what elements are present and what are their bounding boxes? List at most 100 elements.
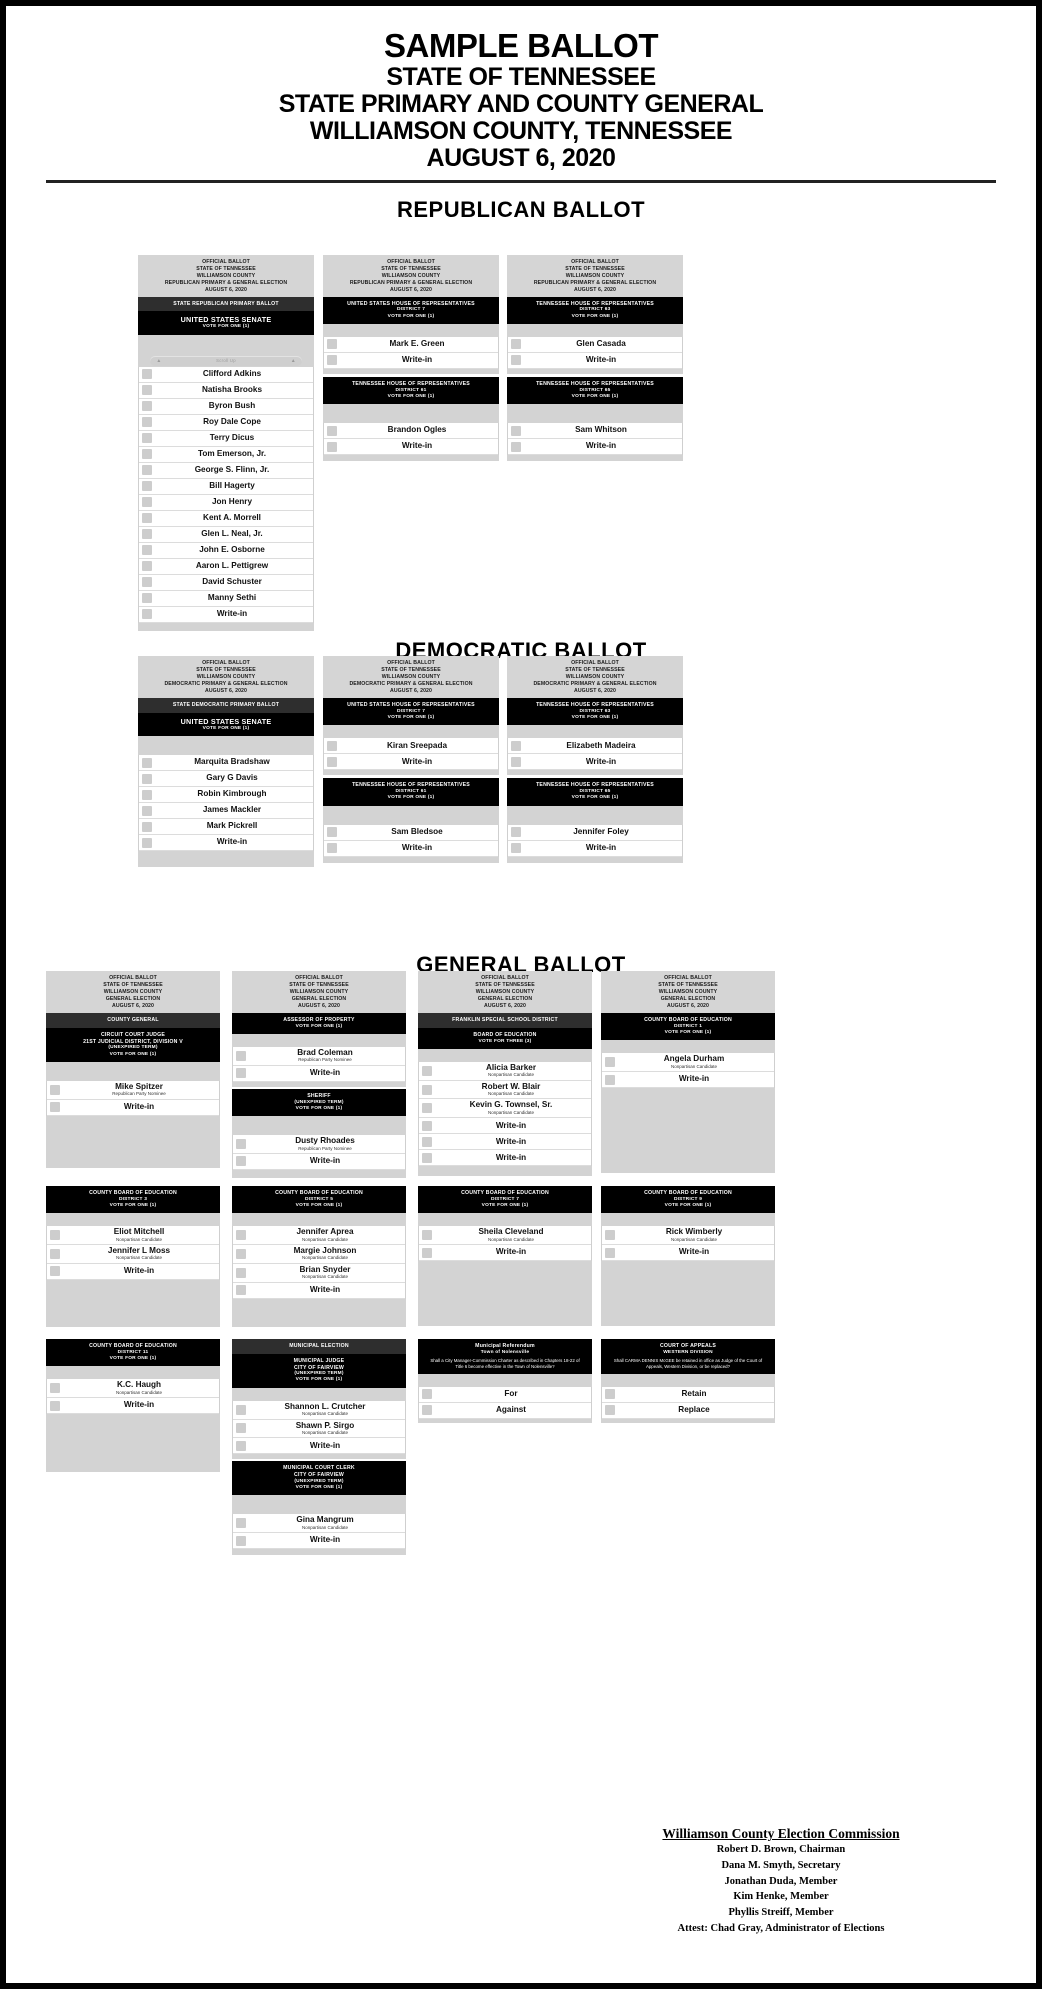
selection-box[interactable]	[324, 738, 340, 754]
selection-box[interactable]	[233, 1245, 249, 1263]
option-row[interactable]: Retain	[602, 1386, 774, 1403]
option-row[interactable]: Mark Pickrell	[139, 819, 313, 836]
selection-box[interactable]	[324, 336, 340, 352]
selection-box[interactable]	[47, 1245, 63, 1263]
option-row[interactable]: Clifford Adkins	[139, 366, 313, 383]
selection-box[interactable]	[139, 478, 155, 494]
selection-box[interactable]	[139, 526, 155, 542]
selection-box[interactable]	[324, 824, 340, 840]
option-row-write-in[interactable]: Write-in	[47, 1263, 219, 1280]
selection-box[interactable]	[139, 590, 155, 606]
option-row-write-in[interactable]: Write-in	[508, 840, 682, 857]
selection-box[interactable]	[139, 430, 155, 446]
option-row[interactable]: Aaron L. Pettigrew	[139, 558, 313, 575]
option-row[interactable]: Dusty Rhoades Republican Party Nominee	[233, 1135, 405, 1154]
selection-box[interactable]	[233, 1135, 249, 1153]
selection-box[interactable]	[324, 439, 340, 455]
option-row-write-in[interactable]: Write-in	[139, 606, 313, 623]
selection-box[interactable]	[419, 1402, 435, 1418]
option-row[interactable]: Robert W. Blair Nonpartisan Candidate	[419, 1080, 591, 1100]
selection-box[interactable]	[602, 1245, 618, 1261]
selection-box[interactable]	[233, 1438, 249, 1454]
selection-box[interactable]	[419, 1245, 435, 1261]
option-row[interactable]: Kent A. Morrell	[139, 510, 313, 527]
selection-box[interactable]	[419, 1226, 435, 1245]
option-row-write-in[interactable]: Write-in	[419, 1245, 591, 1262]
option-row[interactable]: Glen L. Neal, Jr.	[139, 526, 313, 543]
selection-box[interactable]	[508, 439, 524, 455]
option-row-write-in[interactable]: Write-in	[508, 754, 682, 771]
option-row[interactable]: Shannon L. Crutcher Nonpartisan Candidate	[233, 1400, 405, 1420]
option-row-write-in[interactable]: Write-in	[233, 1153, 405, 1170]
option-row[interactable]: Mark E. Green	[324, 336, 498, 353]
option-row-write-in[interactable]: Write-in	[419, 1118, 591, 1135]
selection-box[interactable]	[233, 1533, 249, 1549]
option-row[interactable]: Mike Spitzer Republican Party Nominee	[47, 1080, 219, 1100]
selection-box[interactable]	[139, 803, 155, 819]
option-row[interactable]: Elizabeth Madeira	[508, 738, 682, 755]
option-row[interactable]: Margie Johnson Nonpartisan Candidate	[233, 1245, 405, 1264]
option-row[interactable]: Shawn P. Sirgo Nonpartisan Candidate	[233, 1419, 405, 1439]
option-row[interactable]: Sam Whitson	[508, 423, 682, 440]
option-row-write-in[interactable]: Write-in	[324, 840, 498, 857]
selection-box[interactable]	[139, 819, 155, 835]
option-row[interactable]: Kiran Sreepada	[324, 738, 498, 755]
option-row[interactable]: Robin Kimbrough	[139, 787, 313, 804]
selection-box[interactable]	[47, 1080, 63, 1099]
selection-box[interactable]	[324, 352, 340, 368]
selection-box[interactable]	[419, 1099, 435, 1118]
selection-box[interactable]	[508, 824, 524, 840]
selection-box[interactable]	[419, 1386, 435, 1402]
option-row-write-in[interactable]: Write-in	[233, 1065, 405, 1082]
selection-box[interactable]	[233, 1047, 249, 1065]
option-row-write-in[interactable]: Write-in	[324, 754, 498, 771]
option-row[interactable]: Gary G Davis	[139, 771, 313, 788]
option-row-write-in[interactable]: Write-in	[508, 352, 682, 369]
selection-box[interactable]	[47, 1226, 63, 1245]
selection-box[interactable]	[139, 414, 155, 430]
selection-box[interactable]	[602, 1226, 618, 1245]
scroll-up-control[interactable]: ▲ Scroll Up ▲	[138, 353, 314, 367]
option-row-write-in[interactable]: Write-in	[233, 1282, 405, 1299]
option-row-write-in[interactable]: Write-in	[324, 439, 498, 456]
selection-box[interactable]	[233, 1263, 249, 1282]
option-row[interactable]: For	[419, 1386, 591, 1403]
selection-box[interactable]	[47, 1379, 63, 1398]
selection-box[interactable]	[47, 1099, 63, 1115]
selection-box[interactable]	[324, 754, 340, 770]
selection-box[interactable]	[419, 1118, 435, 1134]
selection-box[interactable]	[508, 423, 524, 439]
selection-box[interactable]	[139, 510, 155, 526]
selection-box[interactable]	[139, 382, 155, 398]
option-row[interactable]: Jon Henry	[139, 494, 313, 511]
option-row[interactable]: Jennifer Aprea Nonpartisan Candidate	[233, 1226, 405, 1246]
option-row-write-in[interactable]: Write-in	[602, 1072, 774, 1089]
selection-box[interactable]	[233, 1226, 249, 1245]
selection-box[interactable]	[139, 462, 155, 478]
option-row[interactable]: Brandon Ogles	[324, 423, 498, 440]
selection-box[interactable]	[139, 835, 155, 851]
selection-box[interactable]	[508, 352, 524, 368]
selection-box[interactable]	[508, 738, 524, 754]
selection-box[interactable]	[602, 1072, 618, 1088]
selection-box[interactable]	[419, 1134, 435, 1150]
option-row[interactable]: Brian Snyder Nonpartisan Candidate	[233, 1263, 405, 1283]
selection-box[interactable]	[139, 398, 155, 414]
option-row[interactable]: Against	[419, 1402, 591, 1419]
option-row[interactable]: Replace	[602, 1402, 774, 1419]
selection-box[interactable]	[139, 558, 155, 574]
selection-box[interactable]	[233, 1400, 249, 1419]
selection-box[interactable]	[324, 840, 340, 856]
selection-box[interactable]	[233, 1065, 249, 1081]
selection-box[interactable]	[139, 574, 155, 590]
option-row[interactable]: Gina Mangrum Nonpartisan Candidate	[233, 1514, 405, 1534]
selection-box[interactable]	[602, 1402, 618, 1418]
option-row[interactable]: David Schuster	[139, 574, 313, 591]
selection-box[interactable]	[139, 542, 155, 558]
option-row-write-in[interactable]: Write-in	[419, 1150, 591, 1167]
option-row-write-in[interactable]: Write-in	[233, 1438, 405, 1455]
option-row[interactable]: George S. Flinn, Jr.	[139, 462, 313, 479]
option-row[interactable]: Byron Bush	[139, 398, 313, 415]
option-row[interactable]: Eliot Mitchell Nonpartisan Candidate	[47, 1226, 219, 1246]
selection-box[interactable]	[324, 423, 340, 439]
